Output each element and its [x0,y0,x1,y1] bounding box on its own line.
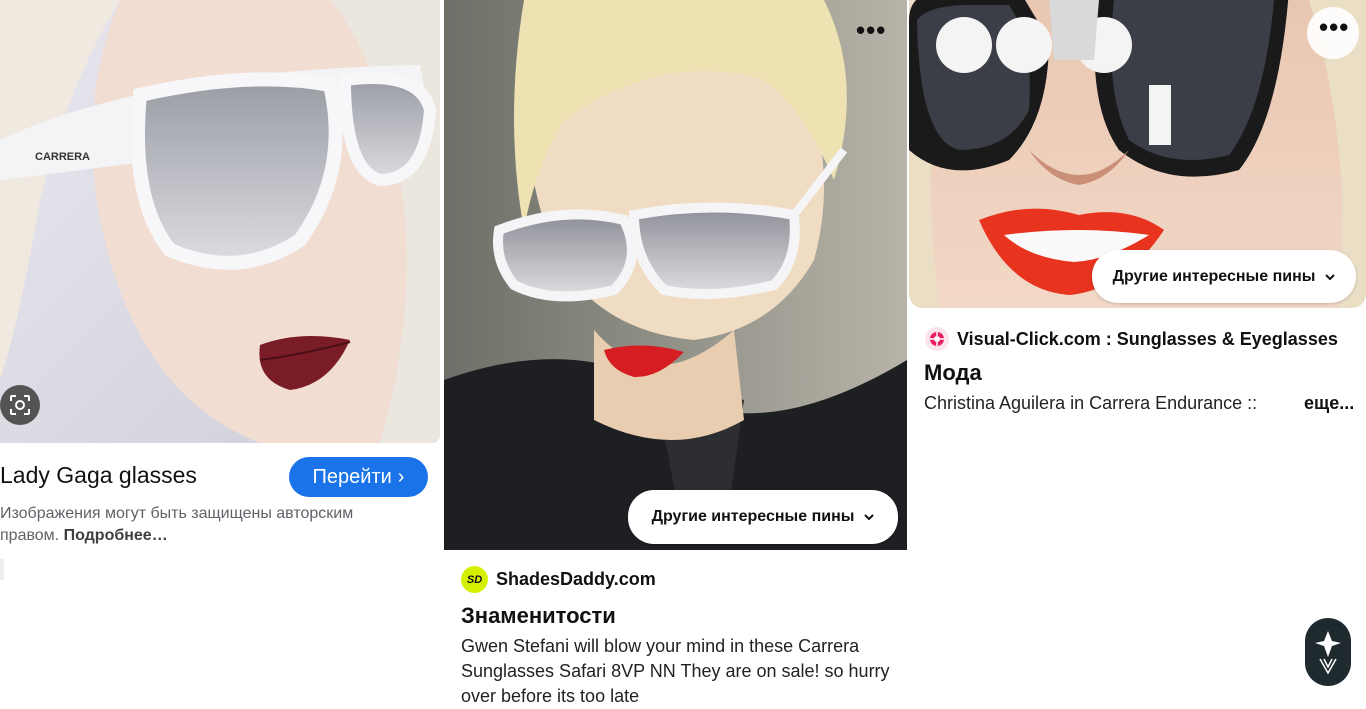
svg-text:CARRERA: CARRERA [35,151,90,163]
read-more-link[interactable]: еще... [1304,391,1354,416]
result-card-lady-gaga: CARRERA Lady Gaga glasses Перейти › Изоб… [0,0,440,702]
source-name: ShadesDaddy.com [496,569,656,589]
copyright-notice: Изображения могут быть защищены авторски… [0,503,400,547]
more-pins-button[interactable]: Другие интересные пины [628,490,898,544]
google-lens-icon[interactable] [0,385,40,425]
floating-app-button[interactable] [1305,618,1351,686]
chevron-down-icon [864,508,875,526]
lady-gaga-image[interactable]: CARRERA [0,0,440,443]
source-link[interactable]: SD ShadesDaddy.com [461,566,656,593]
shadesdaddy-logo-icon: SD [461,566,488,593]
more-pins-label: Другие интересные пины [1112,267,1316,285]
pin-card-gwen-stefani: ••• Другие интересные пины SD ShadesDadd… [444,0,907,706]
pin-description: Gwen Stefani will blow your mind in thes… [461,636,890,706]
more-pins-button[interactable]: Другие интересные пины [1092,250,1356,303]
app-logo-icon [1315,631,1341,675]
result-title[interactable]: Lady Gaga glasses [0,462,197,489]
board-title[interactable]: Знаменитости [461,603,616,629]
divider [0,559,4,580]
pin-description: Christina Aguilera in Carrera Endurance … [924,393,1258,413]
more-options-icon[interactable]: ••• [856,17,886,43]
more-pins-label: Другие интересные пины [651,508,855,525]
pin-card-christina-aguilera: ••• Другие интересные пины Visual-Click.… [909,0,1366,702]
copyright-text: Изображения могут быть защищены авторски… [0,505,354,544]
goto-button[interactable]: Перейти › [289,457,428,497]
learn-more-link[interactable]: Подробнее… [64,527,168,544]
source-name: Visual-Click.com : Sunglasses & Eyeglass… [957,328,1338,349]
gwen-stefani-image[interactable] [444,0,907,550]
visual-click-logo-icon [925,327,949,351]
board-title[interactable]: Мода [924,360,982,386]
chevron-right-icon: › [397,465,405,488]
more-options-icon[interactable]: ••• [1319,14,1349,40]
chevron-down-icon [1325,268,1336,286]
goto-label: Перейти [312,465,392,488]
source-link[interactable]: Visual-Click.com : Sunglasses & Eyeglass… [925,327,1338,351]
